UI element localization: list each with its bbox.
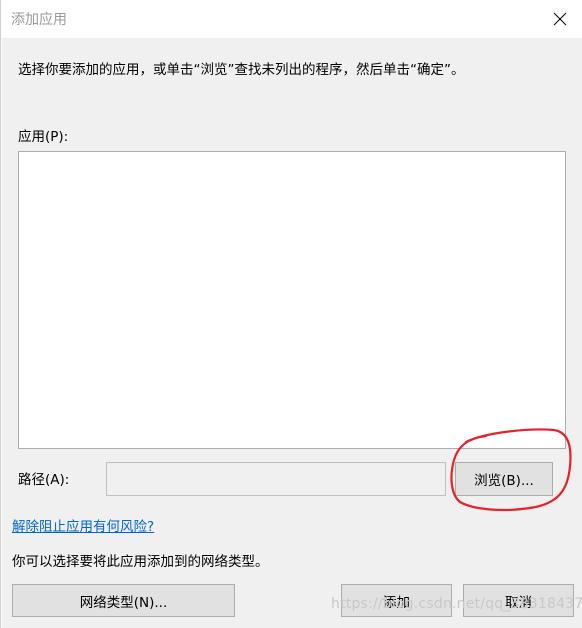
path-input[interactable] xyxy=(106,462,446,496)
app-list[interactable] xyxy=(18,151,566,449)
instruction-text: 选择你要添加的应用，或单击“浏览”查找未列出的程序，然后单击“确定”。 xyxy=(18,62,465,78)
add-app-dialog: 添加应用 选择你要添加的应用，或单击“浏览”查找未列出的程序，然后单击“确定”。… xyxy=(0,0,582,628)
app-list-label: 应用(P): xyxy=(18,129,69,145)
browse-button[interactable]: 浏览(B)... xyxy=(455,462,553,496)
close-icon xyxy=(553,12,567,26)
window-title: 添加应用 xyxy=(11,12,67,28)
network-type-description: 你可以选择要将此应用添加到的网络类型。 xyxy=(12,554,269,570)
path-label: 路径(A): xyxy=(18,472,70,488)
unblock-risk-link[interactable]: 解除阻止应用有何风险? xyxy=(12,515,154,535)
network-type-button[interactable]: 网络类型(N)... xyxy=(12,584,235,617)
cancel-button[interactable]: 取消 xyxy=(463,584,574,617)
add-button[interactable]: 添加 xyxy=(341,584,452,617)
dialog-body: 选择你要添加的应用，或单击“浏览”查找未列出的程序，然后单击“确定”。 应用(P… xyxy=(2,38,582,628)
close-button[interactable] xyxy=(537,0,582,38)
title-bar[interactable]: 添加应用 xyxy=(1,0,582,38)
